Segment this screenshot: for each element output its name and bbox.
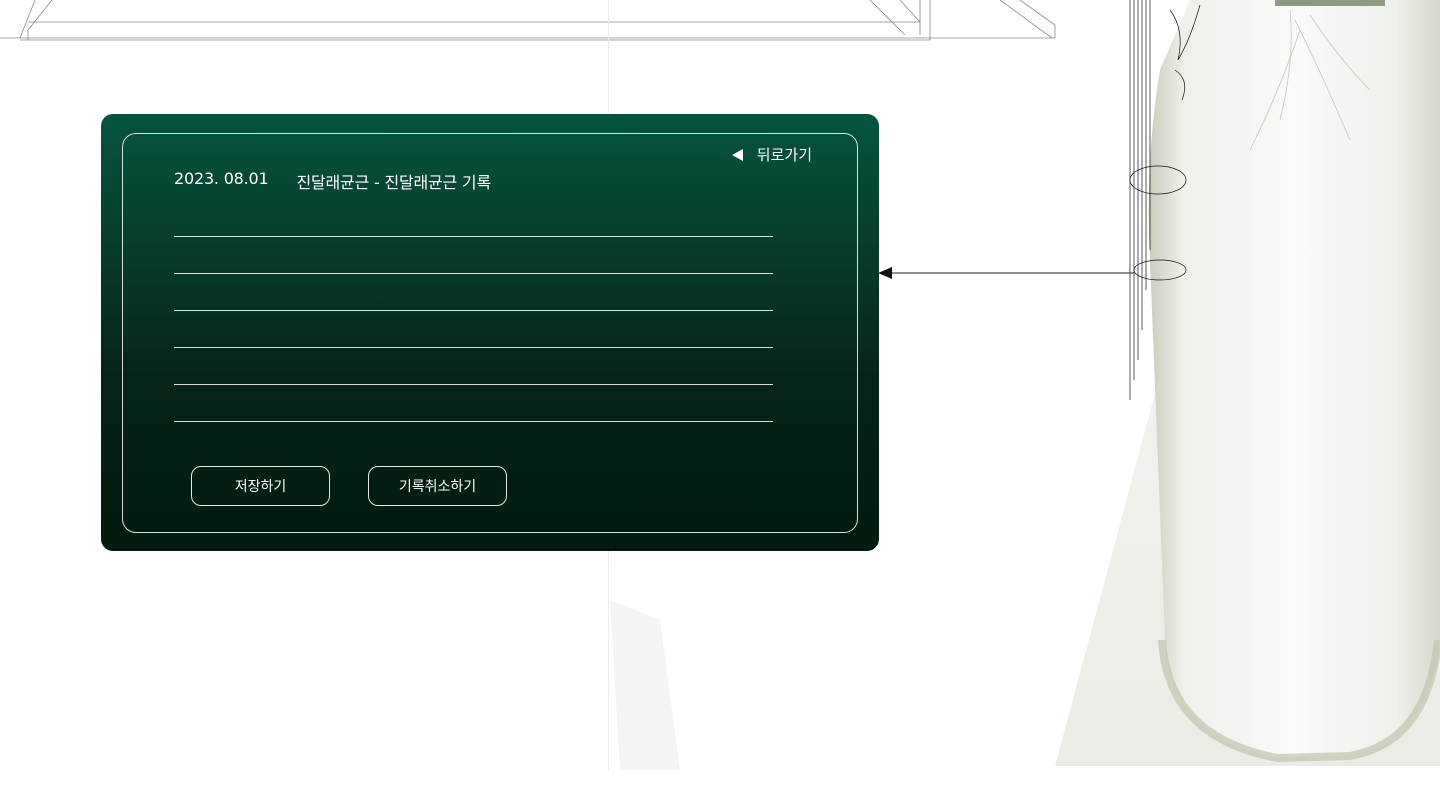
record-date: 2023. 08.01 bbox=[174, 169, 269, 188]
entry-line-3[interactable] bbox=[174, 274, 773, 311]
background-shadow bbox=[610, 600, 680, 770]
cancel-record-button[interactable]: 기록취소하기 bbox=[368, 466, 507, 506]
record-card: 뒤로가기 2023. 08.01 진달래균근 - 진달래균근 기록 저장하기 기… bbox=[101, 114, 879, 551]
record-subject: 진달래균근 - 진달래균근 기록 bbox=[296, 173, 492, 192]
entry-line-4[interactable] bbox=[174, 311, 773, 348]
tube-illustration bbox=[1055, 0, 1440, 766]
entry-line-5[interactable] bbox=[174, 348, 773, 385]
save-button[interactable]: 저장하기 bbox=[191, 466, 330, 506]
record-header: 2023. 08.01 진달래균근 - 진달래균근 기록 bbox=[174, 169, 491, 193]
record-card-frame: 뒤로가기 2023. 08.01 진달래균근 - 진달래균근 기록 저장하기 기… bbox=[122, 133, 858, 533]
arrow-left-icon bbox=[878, 267, 1134, 279]
back-triangle-icon bbox=[731, 148, 743, 161]
back-button[interactable]: 뒤로가기 bbox=[731, 144, 812, 165]
back-label: 뒤로가기 bbox=[756, 146, 812, 164]
entry-line-2[interactable] bbox=[174, 237, 773, 274]
entry-line-6[interactable] bbox=[174, 385, 773, 422]
wireframe-box-illustration bbox=[0, 0, 1056, 41]
record-entry-lines bbox=[174, 236, 773, 422]
